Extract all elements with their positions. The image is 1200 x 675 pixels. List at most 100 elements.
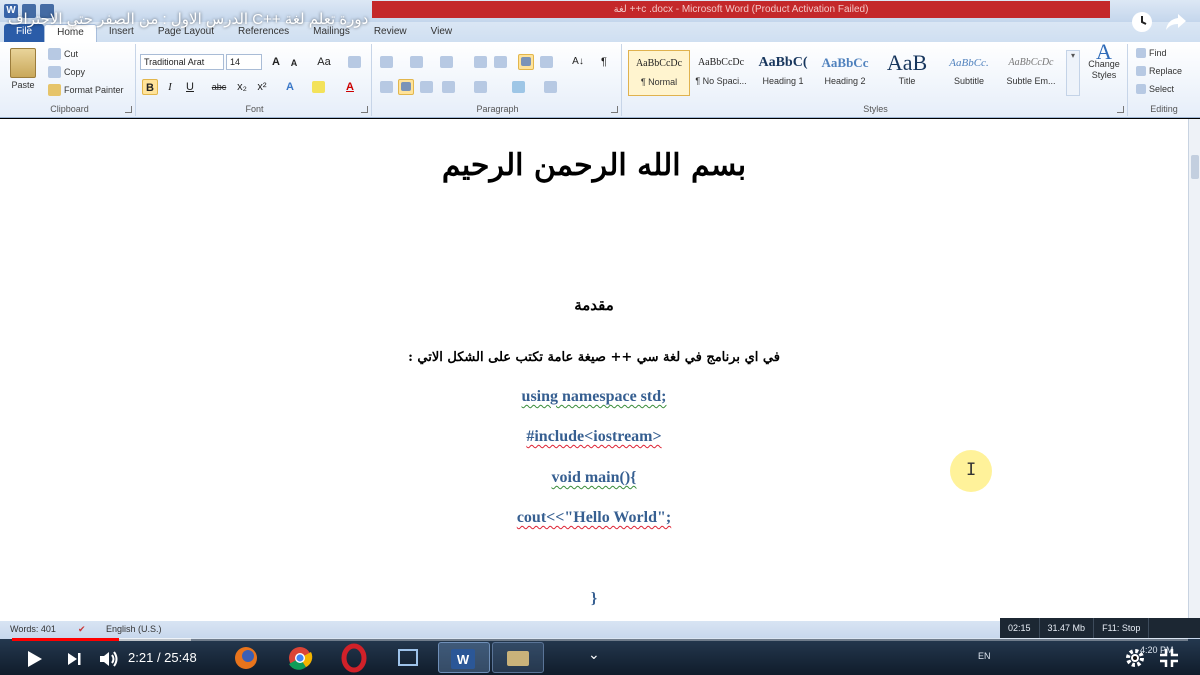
- video-progress-bar[interactable]: [12, 638, 1188, 641]
- style-title[interactable]: AaB Title: [876, 50, 938, 96]
- volume-icon[interactable]: [96, 647, 120, 675]
- find-button[interactable]: Find: [1136, 48, 1167, 58]
- change-styles-icon: A: [1096, 39, 1112, 64]
- italic-button[interactable]: I: [162, 79, 178, 95]
- align-right-icon[interactable]: [420, 81, 433, 93]
- taskbar-firefox[interactable]: [222, 642, 274, 673]
- change-styles-button[interactable]: A Change Styles: [1084, 39, 1124, 81]
- watch-later-icon[interactable]: [1130, 10, 1154, 34]
- recorder-size: 31.47 Mb: [1040, 618, 1095, 638]
- current-time: 2:21: [128, 650, 154, 665]
- settings-gear-icon[interactable]: [1124, 647, 1146, 674]
- style-no-spacing[interactable]: AaBbCcDc ¶ No Spaci...: [690, 50, 752, 96]
- next-icon[interactable]: [62, 647, 86, 675]
- word-count[interactable]: Words: 401: [10, 624, 56, 634]
- window-title: لغة ++c .docx - Microsoft Word (Product …: [372, 1, 1110, 18]
- style-heading-2[interactable]: AaBbCc Heading 2: [814, 50, 876, 96]
- font-color-button[interactable]: A: [342, 79, 358, 95]
- font-group: Traditional Arat 14 A A Aa B I U abc x₂ …: [138, 44, 372, 116]
- line-spacing-icon[interactable]: [474, 81, 487, 93]
- sort-button[interactable]: A↓: [568, 54, 588, 70]
- taskbar-opera[interactable]: [330, 642, 382, 673]
- format-painter-button[interactable]: Format Painter: [48, 84, 124, 96]
- select-button[interactable]: Select: [1136, 84, 1174, 94]
- style-subtitle[interactable]: AaBbCc. Subtitle: [938, 50, 1000, 96]
- tab-view[interactable]: View: [419, 24, 465, 42]
- chevron-down-icon[interactable]: ⌄: [588, 646, 600, 663]
- align-center-button[interactable]: [398, 79, 414, 95]
- strikethrough-button[interactable]: abc: [208, 79, 230, 95]
- justify-icon[interactable]: [442, 81, 455, 93]
- paste-button[interactable]: Paste: [10, 48, 36, 90]
- tray-language[interactable]: EN: [978, 651, 991, 661]
- font-size-select[interactable]: 14: [226, 54, 262, 70]
- cut-button[interactable]: Cut: [48, 48, 78, 60]
- ltr-direction-icon[interactable]: [540, 56, 553, 68]
- copy-button[interactable]: Copy: [48, 66, 85, 78]
- shading-icon[interactable]: [512, 81, 525, 93]
- total-duration: 25:48: [164, 650, 197, 665]
- align-left-icon[interactable]: [380, 81, 393, 93]
- code-line-close-brace: }: [590, 590, 598, 607]
- brush-icon: [48, 84, 61, 96]
- shrink-font-button[interactable]: A: [286, 55, 302, 71]
- proofing-icon[interactable]: ✔: [78, 624, 86, 635]
- underline-button[interactable]: U: [182, 79, 198, 95]
- video-time: 2:21 / 25:48: [128, 650, 197, 665]
- decrease-indent-icon[interactable]: [474, 56, 487, 68]
- borders-icon[interactable]: [544, 81, 557, 93]
- replace-button[interactable]: Replace: [1136, 66, 1182, 76]
- taskbar-word[interactable]: W: [438, 642, 490, 673]
- clipboard-launcher-icon[interactable]: [125, 106, 132, 113]
- bullets-icon[interactable]: [380, 56, 393, 68]
- multilevel-list-icon[interactable]: [440, 56, 453, 68]
- progress-played: [12, 638, 120, 641]
- tab-review[interactable]: Review: [362, 24, 419, 42]
- recorder-stop[interactable]: F11: Stop: [1094, 618, 1150, 638]
- intro-paragraph: في اي برنامج في لغة سي ++ صيغة عامة تكتب…: [408, 350, 780, 365]
- taskbar-chrome[interactable]: [276, 642, 328, 673]
- rtl-direction-button[interactable]: [518, 54, 534, 70]
- superscript-button[interactable]: x²: [254, 79, 270, 95]
- exit-fullscreen-icon[interactable]: [1158, 647, 1180, 674]
- style-subtle-emphasis[interactable]: AaBbCcDc Subtle Em...: [1000, 50, 1062, 96]
- replace-icon: [1136, 66, 1146, 76]
- document-page[interactable]: [0, 119, 1188, 621]
- paragraph-launcher-icon[interactable]: [611, 106, 618, 113]
- grow-font-button[interactable]: A: [268, 54, 284, 70]
- code-line-using: using namespace std;: [521, 388, 667, 405]
- styles-launcher-icon[interactable]: [1117, 106, 1124, 113]
- code-line-cout: cout<<"Hello World";: [516, 509, 672, 526]
- vertical-scrollbar[interactable]: [1188, 119, 1200, 621]
- taskbar-screen-capture[interactable]: [384, 642, 436, 673]
- svg-text:W: W: [457, 652, 470, 667]
- clipboard-group: Paste Cut Copy Format Painter Clipboard: [4, 44, 136, 116]
- style-normal[interactable]: AaBbCcDc ¶ Normal: [628, 50, 690, 96]
- increase-indent-icon[interactable]: [494, 56, 507, 68]
- font-family-select[interactable]: Traditional Arat: [140, 54, 224, 70]
- bold-button[interactable]: B: [142, 79, 158, 95]
- taskbar-recorder[interactable]: [492, 642, 544, 673]
- show-marks-button[interactable]: ¶: [596, 54, 612, 70]
- share-icon[interactable]: [1164, 10, 1188, 34]
- scrollbar-thumb[interactable]: [1191, 155, 1199, 179]
- rtl-icon: [521, 57, 531, 66]
- paste-icon: [10, 48, 36, 78]
- clear-formatting-icon[interactable]: [348, 56, 361, 68]
- numbering-icon[interactable]: [410, 56, 423, 68]
- capture-icon: [398, 649, 418, 666]
- word-icon: W: [451, 649, 475, 669]
- video-title[interactable]: دورة تعلم لغة ++C الدرس الاول : من الصفر…: [8, 10, 368, 28]
- highlight-icon[interactable]: [312, 81, 325, 93]
- change-case-button[interactable]: Aa: [312, 54, 336, 70]
- font-launcher-icon[interactable]: [361, 106, 368, 113]
- text-effects-button[interactable]: A: [282, 79, 298, 95]
- subscript-button[interactable]: x₂: [234, 79, 250, 95]
- binoculars-icon: [1136, 48, 1146, 58]
- language-indicator[interactable]: English (U.S.): [106, 624, 162, 634]
- play-icon[interactable]: [22, 647, 46, 675]
- styles-more-icon[interactable]: ▾: [1066, 50, 1080, 96]
- font-group-label: Font: [245, 104, 264, 114]
- style-heading-1[interactable]: AaBbC( Heading 1: [752, 50, 814, 96]
- chrome-icon: [289, 647, 313, 670]
